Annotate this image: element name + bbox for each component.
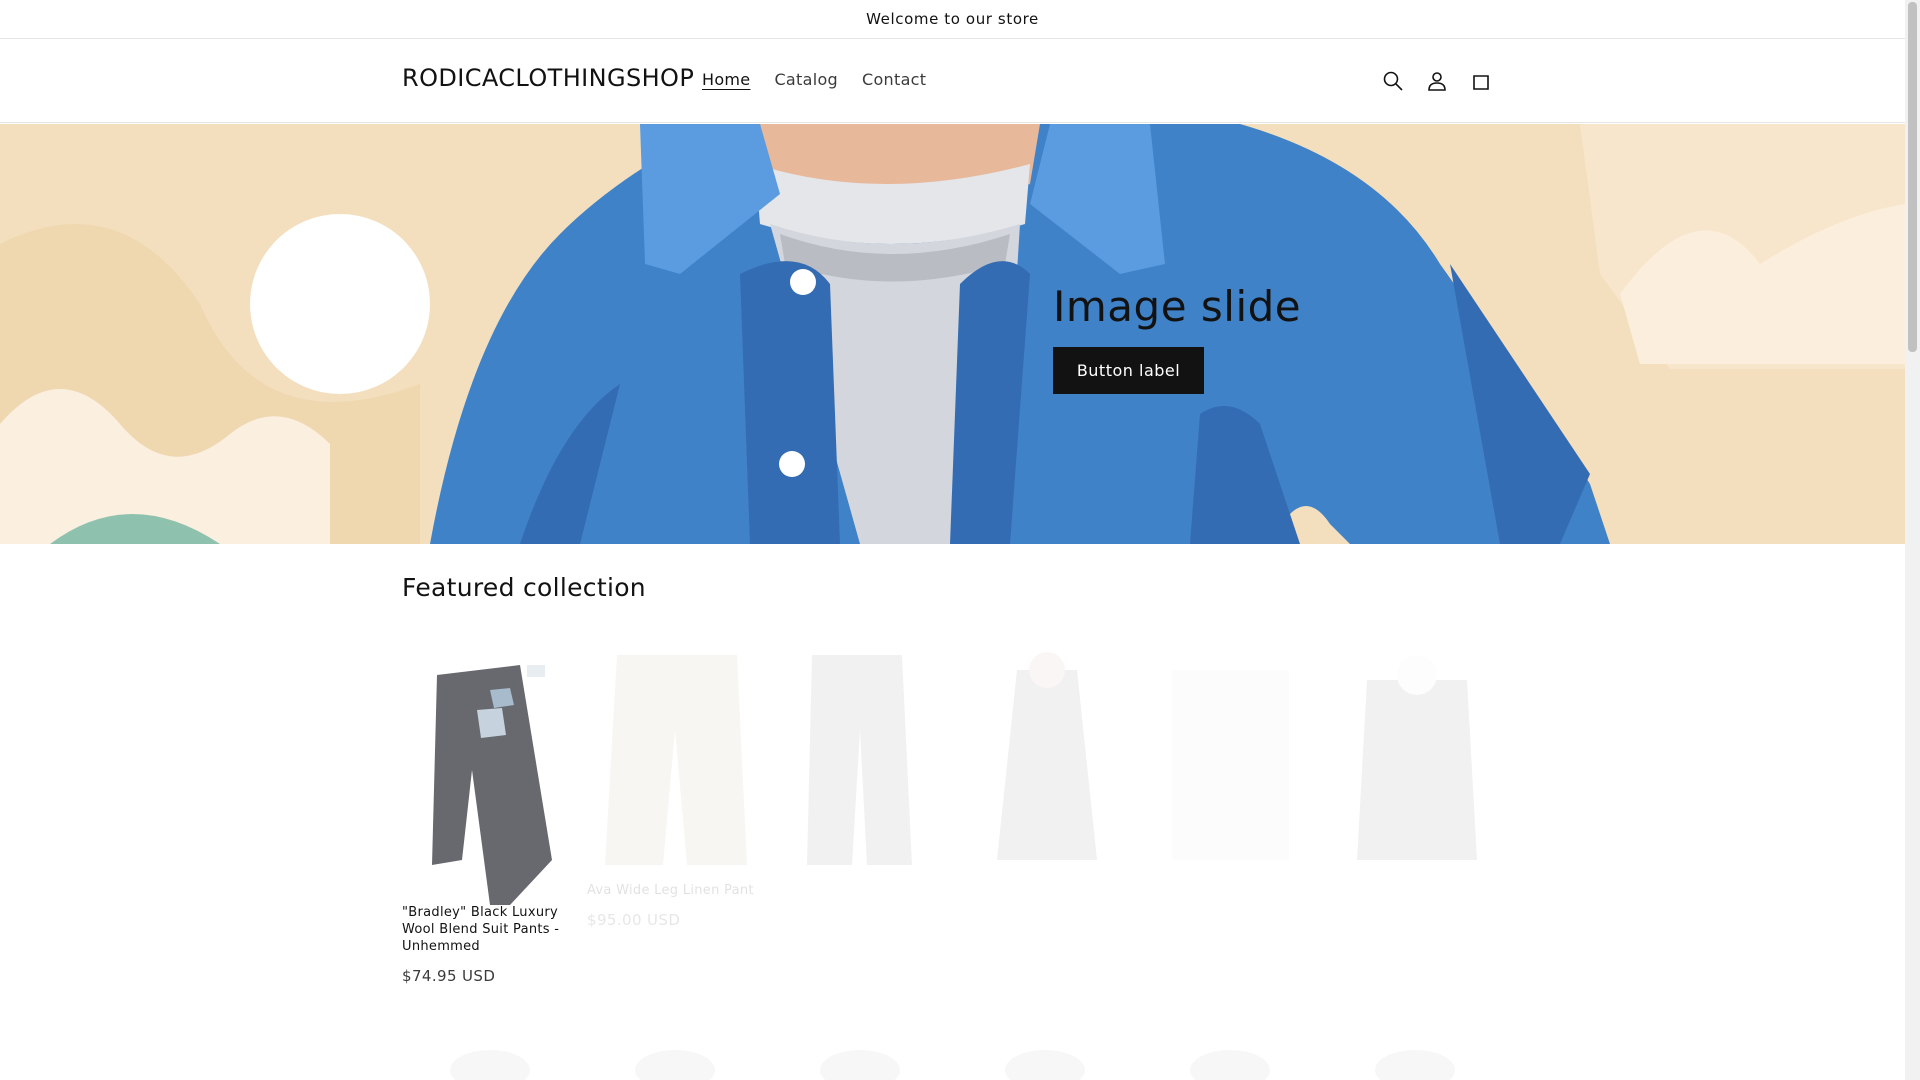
product-card[interactable]: [1327, 1040, 1504, 1080]
cart-icon[interactable]: [1466, 66, 1496, 96]
product-title[interactable]: "Bradley" Black Luxury Wool Blend Suit P…: [402, 904, 579, 955]
product-card[interactable]: [402, 1040, 579, 1080]
product-image[interactable]: [587, 1040, 764, 1080]
product-price: $95.00 USD: [587, 911, 681, 929]
product-title[interactable]: Ava Wide Leg Linen Pant: [587, 882, 764, 899]
announcement-bar: Welcome to our store: [0, 0, 1905, 39]
store-logo[interactable]: RODICACLOTHINGSHOP: [402, 64, 694, 92]
product-image[interactable]: [957, 650, 1134, 872]
product-image[interactable]: [772, 1040, 949, 1080]
product-card[interactable]: [957, 1040, 1134, 1080]
product-image[interactable]: [402, 1040, 579, 1080]
product-image[interactable]: [402, 650, 579, 905]
product-card[interactable]: [1142, 650, 1319, 872]
scrollbar-thumb[interactable]: [1908, 2, 1917, 352]
page-scrollbar[interactable]: [1905, 0, 1920, 1080]
hero-slideshow: Image slide Button label: [0, 124, 1905, 544]
product-card[interactable]: [957, 650, 1134, 872]
product-card[interactable]: [772, 1040, 949, 1080]
product-card[interactable]: [1327, 650, 1504, 872]
product-image[interactable]: [772, 650, 949, 872]
product-card[interactable]: [772, 650, 949, 872]
nav-contact[interactable]: Contact: [850, 70, 938, 89]
featured-collection-title: Featured collection: [402, 573, 646, 602]
product-card[interactable]: [587, 1040, 764, 1080]
announcement-text: Welcome to our store: [866, 10, 1039, 28]
product-image[interactable]: [1142, 1040, 1319, 1080]
product-image[interactable]: [587, 650, 764, 872]
product-image[interactable]: [1142, 650, 1319, 872]
hero-illustration: [0, 124, 1905, 544]
product-image[interactable]: [957, 1040, 1134, 1080]
nav-catalog[interactable]: Catalog: [762, 70, 850, 89]
hero-title: Image slide: [1053, 282, 1302, 331]
account-icon[interactable]: [1422, 66, 1452, 96]
hero-button[interactable]: Button label: [1053, 347, 1204, 394]
main-nav: Home Catalog Contact: [690, 70, 938, 89]
header-icons: [1378, 66, 1496, 96]
site-header: RODICACLOTHINGSHOP Home Catalog Contact: [0, 39, 1905, 123]
product-image[interactable]: [1327, 650, 1504, 872]
product-card[interactable]: [1142, 1040, 1319, 1080]
search-icon[interactable]: [1378, 66, 1408, 96]
product-card[interactable]: "Bradley" Black Luxury Wool Blend Suit P…: [402, 650, 579, 985]
nav-home[interactable]: Home: [690, 70, 762, 89]
product-card[interactable]: Ava Wide Leg Linen Pant $95.00 USD: [587, 650, 764, 929]
product-price: $74.95 USD: [402, 967, 496, 985]
product-image[interactable]: [1327, 1040, 1504, 1080]
